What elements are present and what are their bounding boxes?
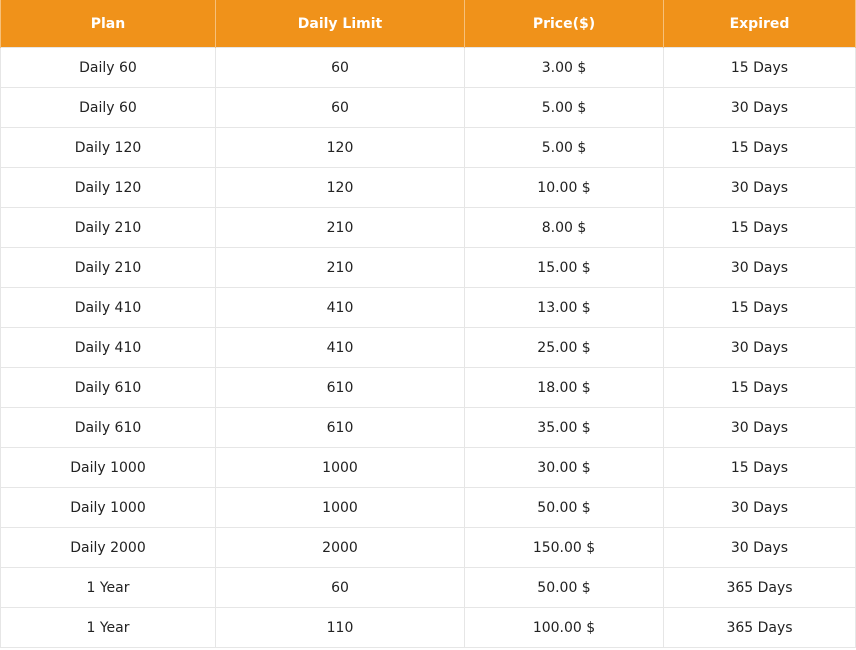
header-row: Plan Daily Limit Price($) Expired	[0, 0, 856, 48]
expired-cell: 15 Days	[663, 287, 856, 328]
plan-cell: Daily 1000	[0, 447, 216, 488]
price-cell: 25.00 $	[464, 327, 664, 368]
table-row: Daily 610 610 18.00 $15 Days	[0, 367, 856, 408]
table-row: 1 Year 60 50.00 $365 Days	[0, 567, 856, 608]
price-cell: 8.00 $	[464, 207, 664, 248]
price-cell: 35.00 $	[464, 407, 664, 448]
daily-limit-cell: 60	[215, 567, 465, 608]
table-row: Daily 120 120 10.00 $30 Days	[0, 167, 856, 208]
table-row: Daily 210 210 15.00 $30 Days	[0, 247, 856, 288]
expired-cell: 30 Days	[663, 487, 856, 528]
plan-cell: Daily 2000	[0, 527, 216, 568]
price-cell: 10.00 $	[464, 167, 664, 208]
plan-cell: Daily 120	[0, 127, 216, 168]
table-row: Daily 2000 2000 150.00 $30 Days	[0, 527, 856, 568]
table-row: Daily 60 60 3.00 $15 Days	[0, 47, 856, 88]
column-header-daily-limit: Daily Limit	[215, 0, 465, 48]
pricing-table-header: Plan Daily Limit Price($) Expired	[0, 0, 856, 48]
price-cell: 15.00 $	[464, 247, 664, 288]
price-cell: 3.00 $	[464, 47, 664, 88]
daily-limit-cell: 120	[215, 127, 465, 168]
table-row: Daily 1000 1000 30.00 $15 Days	[0, 447, 856, 488]
price-cell: 150.00 $	[464, 527, 664, 568]
daily-limit-cell: 2000	[215, 527, 465, 568]
pricing-table: Plan Daily Limit Price($) Expired Daily …	[0, 0, 856, 648]
expired-cell: 30 Days	[663, 407, 856, 448]
price-cell: 18.00 $	[464, 367, 664, 408]
price-cell: 5.00 $	[464, 87, 664, 128]
daily-limit-cell: 60	[215, 47, 465, 88]
plan-cell: Daily 610	[0, 367, 216, 408]
expired-cell: 15 Days	[663, 447, 856, 488]
column-header-plan: Plan	[0, 0, 216, 48]
table-row: Daily 210 210 8.00 $15 Days	[0, 207, 856, 248]
expired-cell: 365 Days	[663, 567, 856, 608]
expired-cell: 15 Days	[663, 47, 856, 88]
plan-cell: Daily 120	[0, 167, 216, 208]
price-cell: 100.00 $	[464, 607, 664, 648]
daily-limit-cell: 60	[215, 87, 465, 128]
table-row: Daily 60 60 5.00 $30 Days	[0, 87, 856, 128]
table-row: Daily 410 410 13.00 $15 Days	[0, 287, 856, 328]
table-row: Daily 610 610 35.00 $30 Days	[0, 407, 856, 448]
daily-limit-cell: 410	[215, 327, 465, 368]
daily-limit-cell: 210	[215, 247, 465, 288]
pricing-table-body: Daily 60 60 3.00 $15 Days Daily 60 60 5.00 $3…	[0, 47, 856, 648]
table-row: Daily 410 410 25.00 $30 Days	[0, 327, 856, 368]
expired-cell: 15 Days	[663, 207, 856, 248]
daily-limit-cell: 610	[215, 407, 465, 448]
price-cell: 13.00 $	[464, 287, 664, 328]
daily-limit-cell: 210	[215, 207, 465, 248]
expired-cell: 30 Days	[663, 87, 856, 128]
price-cell: 30.00 $	[464, 447, 664, 488]
daily-limit-cell: 110	[215, 607, 465, 648]
plan-cell: Daily 60	[0, 47, 216, 88]
plan-cell: 1 Year	[0, 607, 216, 648]
plan-cell: Daily 1000	[0, 487, 216, 528]
table-row: Daily 120 120 5.00 $15 Days	[0, 127, 856, 168]
daily-limit-cell: 120	[215, 167, 465, 208]
expired-cell: 30 Days	[663, 247, 856, 288]
daily-limit-cell: 1000	[215, 447, 465, 488]
daily-limit-cell: 610	[215, 367, 465, 408]
plan-cell: Daily 210	[0, 247, 216, 288]
plan-cell: Daily 610	[0, 407, 216, 448]
expired-cell: 30 Days	[663, 167, 856, 208]
expired-cell: 30 Days	[663, 327, 856, 368]
table-row: 1 Year 110 100.00 $365 Days	[0, 607, 856, 648]
price-cell: 50.00 $	[464, 487, 664, 528]
plan-cell: Daily 410	[0, 327, 216, 368]
plan-cell: Daily 60	[0, 87, 216, 128]
table-row: Daily 1000 1000 50.00 $30 Days	[0, 487, 856, 528]
daily-limit-cell: 410	[215, 287, 465, 328]
column-header-expired: Expired	[663, 0, 856, 48]
plan-cell: Daily 410	[0, 287, 216, 328]
expired-cell: 365 Days	[663, 607, 856, 648]
plan-cell: 1 Year	[0, 567, 216, 608]
expired-cell: 15 Days	[663, 367, 856, 408]
price-cell: 50.00 $	[464, 567, 664, 608]
daily-limit-cell: 1000	[215, 487, 465, 528]
expired-cell: 15 Days	[663, 127, 856, 168]
plan-cell: Daily 210	[0, 207, 216, 248]
expired-cell: 30 Days	[663, 527, 856, 568]
column-header-price: Price($)	[464, 0, 664, 48]
price-cell: 5.00 $	[464, 127, 664, 168]
